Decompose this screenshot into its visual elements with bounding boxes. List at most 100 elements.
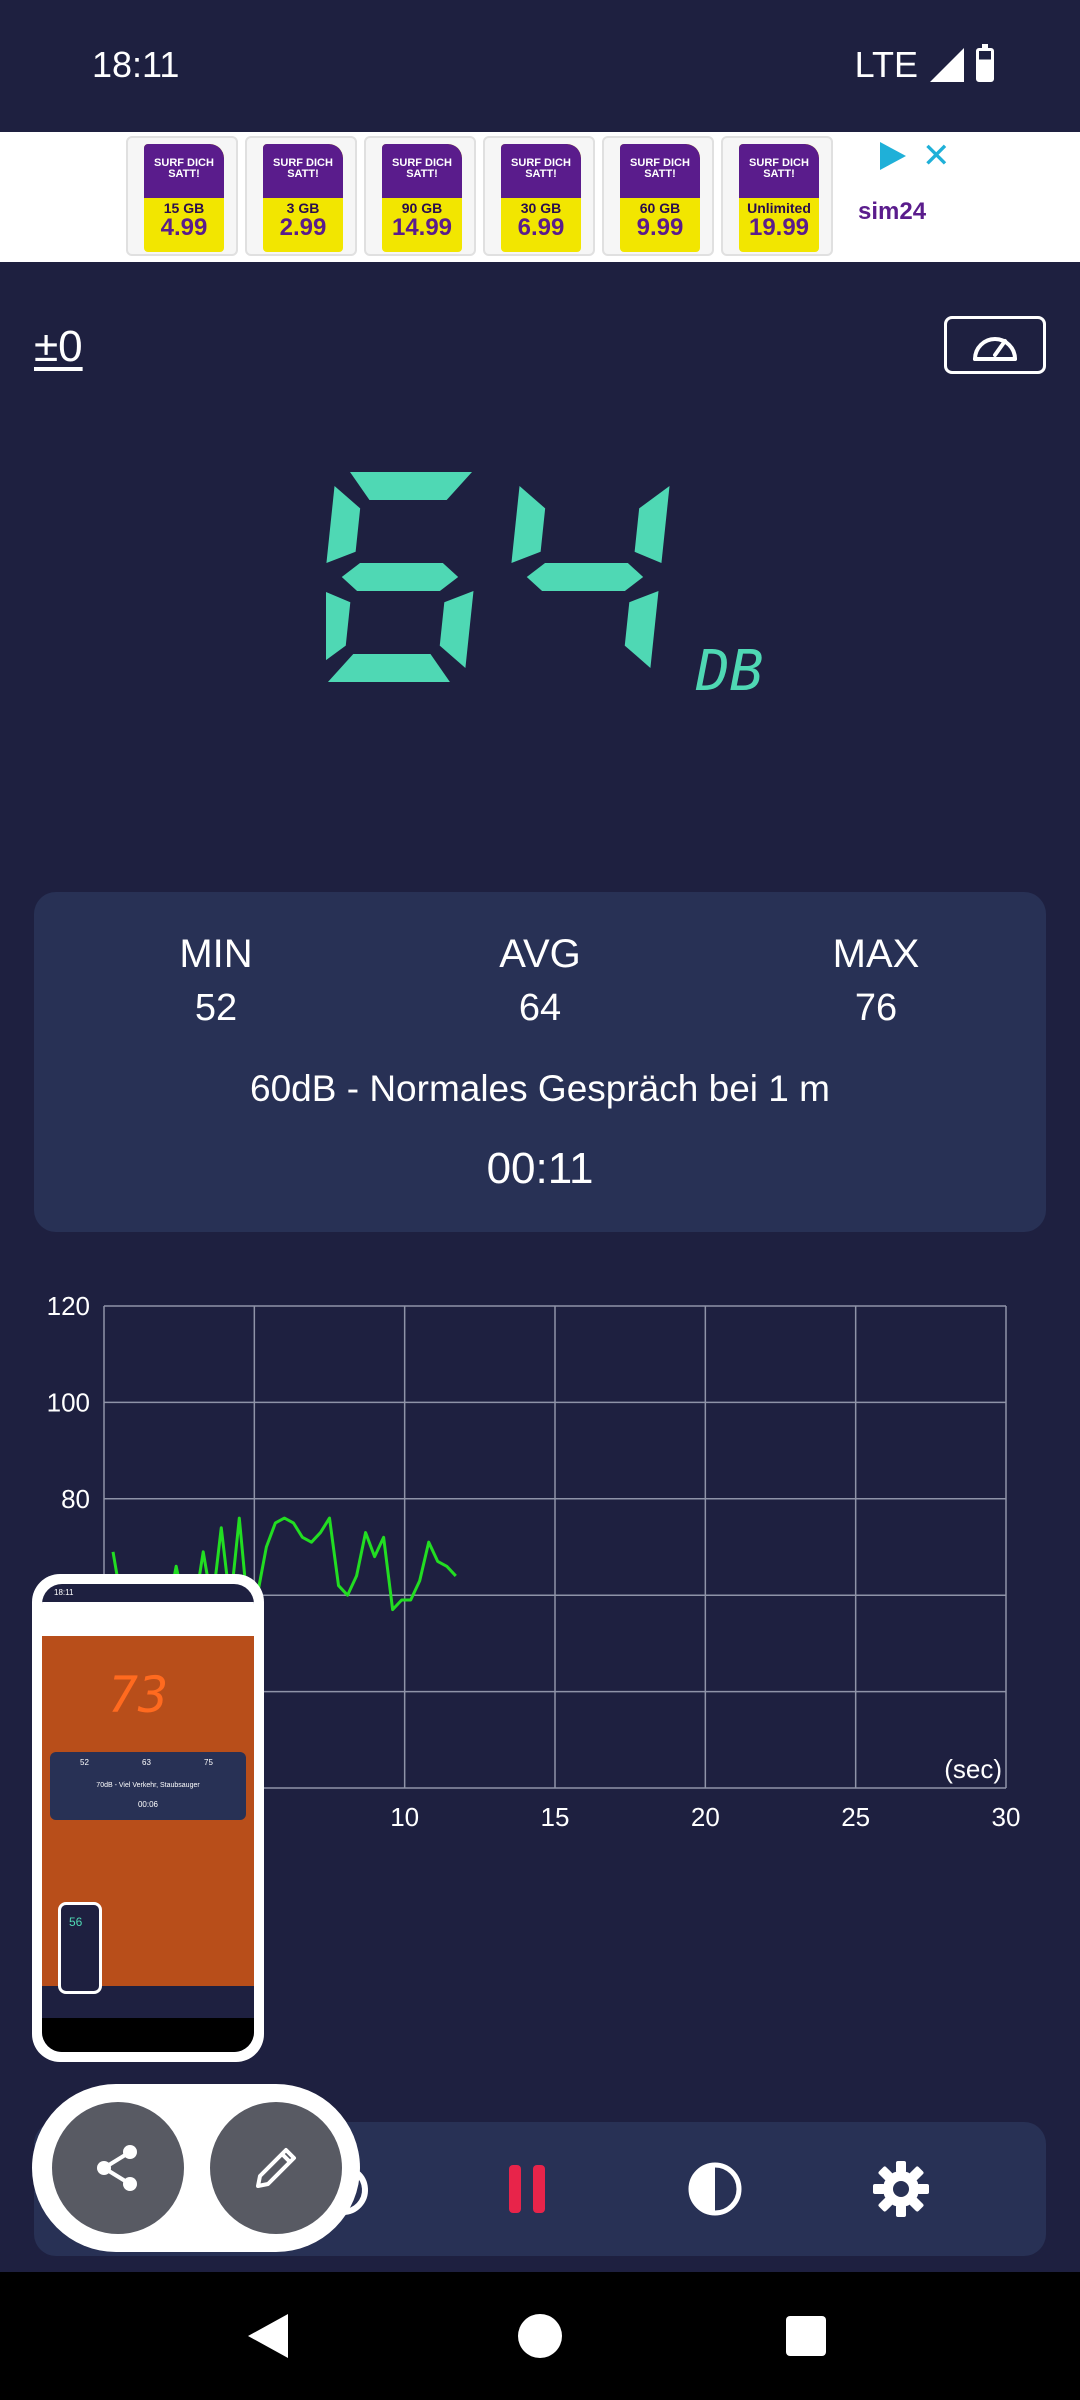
gauge-mode-button[interactable]: [944, 316, 1046, 374]
stat-min-label: MIN: [179, 932, 253, 976]
status-bar: 18:11 LTE: [0, 0, 1080, 132]
stat-max-label: MAX: [832, 932, 920, 976]
ad-headline: SURF DICH SATT!: [501, 144, 581, 198]
mini-inner-preview: 56: [58, 1902, 102, 1994]
ad-product-card[interactable]: SURF DICH SATT! 90 GB 14.99: [364, 136, 476, 256]
settings-button[interactable]: [856, 2144, 946, 2234]
screenshot-preview-image: 18:11 73 52 63 75 70dB - Viel Verkehr, S…: [42, 1584, 254, 2052]
ad-product-card[interactable]: SURF DICH SATT! 60 GB 9.99: [602, 136, 714, 256]
share-button[interactable]: [52, 2102, 184, 2234]
ad-close-icon[interactable]: ✕: [922, 136, 951, 176]
status-indicators: LTE: [855, 44, 994, 86]
sim-card-image: SURF DICH SATT! 15 GB 4.99: [144, 144, 224, 252]
pencil-icon: [256, 2148, 296, 2188]
reading-digit: [511, 486, 670, 668]
digit-segment: [624, 591, 659, 668]
stat-max: MAX 76: [756, 932, 996, 1030]
mini-description: 70dB - Viel Verkehr, Staubsauger: [96, 1782, 200, 1789]
digit-segment: [439, 591, 474, 668]
digit-segment: [341, 563, 459, 591]
mini-avg-value: 63: [142, 1758, 151, 1767]
ad-product-card[interactable]: SURF DICH SATT! 15 GB 4.99: [126, 136, 238, 256]
sim-card-image: SURF DICH SATT! 60 GB 9.99: [620, 144, 700, 252]
battery-icon: [976, 44, 994, 82]
stats-panel: MIN 52 AVG 64 MAX 76 60dB - Normales Ges…: [34, 892, 1046, 1232]
digit-segment: [327, 654, 450, 682]
ad-price: 14.99: [391, 214, 453, 241]
share-icon: [97, 2145, 137, 2191]
reading-unit: DB: [695, 639, 763, 702]
home-icon[interactable]: [518, 2314, 562, 2358]
gear-icon: [873, 2161, 929, 2217]
sim-card-image: SURF DICH SATT! 90 GB 14.99: [382, 144, 462, 252]
digit-segment: [326, 591, 351, 668]
stat-min: MIN 52: [96, 932, 336, 1030]
x-tick-label: 15: [541, 1802, 570, 1832]
digit-segment: [350, 472, 472, 500]
digit-segment: [511, 486, 546, 563]
contrast-icon: [688, 2162, 742, 2216]
mini-nav-bar: [42, 2018, 254, 2052]
system-nav-bar: [0, 2272, 1080, 2400]
screenshot-actions: [32, 2084, 360, 2252]
sim-card-image: SURF DICH SATT! 30 GB 6.99: [501, 144, 581, 252]
ad-brand-logo: sim24: [858, 198, 927, 225]
ad-banner[interactable]: SURF DICH SATT! 15 GB 4.99 SURF DICH SATT! 3…: [0, 132, 1080, 262]
x-tick-label: 20: [691, 1802, 720, 1832]
chart-x-unit-label: (sec): [944, 1754, 1002, 1784]
signal-icon: [930, 48, 964, 82]
ad-product-card[interactable]: SURF DICH SATT! Unlimited 19.99: [721, 136, 833, 256]
reading-digit: [326, 472, 474, 682]
ad-headline: SURF DICH SATT!: [382, 144, 462, 198]
network-type: LTE: [854, 44, 918, 85]
recents-icon[interactable]: [786, 2316, 826, 2356]
pause-icon: [509, 2165, 545, 2213]
x-tick-label: 10: [390, 1802, 419, 1832]
ad-price: 4.99: [160, 214, 208, 241]
ad-headline: SURF DICH SATT!: [263, 144, 343, 198]
mini-reading: 73: [108, 1666, 169, 1724]
sim-card-image: SURF DICH SATT! 3 GB 2.99: [263, 144, 343, 252]
stat-avg: AVG 64: [420, 932, 660, 1030]
y-tick-label: 80: [61, 1484, 90, 1514]
y-tick-label: 120: [47, 1291, 90, 1321]
reading-digits: [326, 472, 670, 682]
sim-card-image: SURF DICH SATT! Unlimited 19.99: [739, 144, 819, 252]
ad-product-card[interactable]: SURF DICH SATT! 30 GB 6.99: [483, 136, 595, 256]
elapsed-timer: 00:11: [486, 1144, 594, 1193]
digit-segment: [634, 486, 670, 563]
ad-headline: SURF DICH SATT!: [144, 144, 224, 198]
theme-toggle-button[interactable]: [670, 2144, 760, 2234]
mini-stats-panel: 52 63 75 70dB - Viel Verkehr, Staubsauge…: [50, 1752, 246, 1820]
stat-min-value: 52: [194, 987, 238, 1029]
decibel-reading: DB: [326, 472, 763, 702]
ad-choices-icon[interactable]: [880, 142, 906, 170]
digit-segment: [526, 563, 644, 591]
stat-avg-value: 64: [518, 987, 562, 1029]
ad-price: 2.99: [279, 214, 327, 241]
screenshot-preview[interactable]: 18:11 73 52 63 75 70dB - Viel Verkehr, S…: [32, 1574, 264, 2062]
y-tick-label: 100: [47, 1387, 90, 1417]
ad-price: 9.99: [636, 214, 684, 241]
mini-inner-reading: 56: [69, 1915, 83, 1929]
x-tick-label: 30: [992, 1802, 1021, 1832]
calibration-offset-button[interactable]: ±0: [34, 322, 83, 372]
ad-headline: SURF DICH SATT!: [739, 144, 819, 198]
ad-price: 19.99: [748, 214, 810, 241]
gauge-icon: [973, 337, 1017, 361]
edit-button[interactable]: [210, 2102, 342, 2234]
mini-max-value: 75: [204, 1758, 213, 1767]
digit-segment: [326, 486, 361, 563]
pause-button[interactable]: [482, 2144, 572, 2234]
ad-price: 6.99: [517, 214, 565, 241]
status-time: 18:11: [92, 44, 180, 85]
stat-max-value: 76: [854, 987, 898, 1029]
mini-elapsed: 00:06: [137, 1800, 159, 1809]
noise-description: 60dB - Normales Gespräch bei 1 m: [250, 1068, 830, 1109]
ad-headline: SURF DICH SATT!: [620, 144, 700, 198]
ad-product-card[interactable]: SURF DICH SATT! 3 GB 2.99: [245, 136, 357, 256]
mini-ad-banner: [42, 1602, 254, 1636]
back-icon[interactable]: [248, 2314, 288, 2358]
mini-min-value: 52: [80, 1758, 89, 1767]
mini-status-time: 18:11: [54, 1588, 74, 1597]
